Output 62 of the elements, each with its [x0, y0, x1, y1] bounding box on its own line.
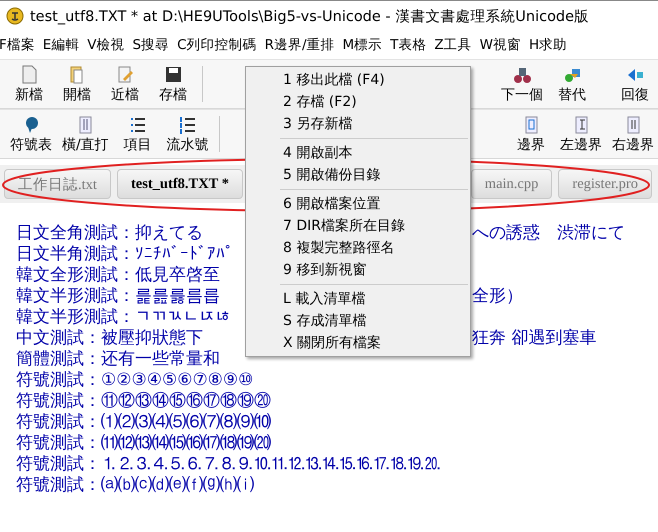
page-pencil-icon — [116, 64, 134, 84]
menu-item[interactable]: 4 開啟副本 — [246, 142, 470, 164]
menu-item[interactable]: L 載入清單檔 — [246, 288, 470, 310]
page-icon — [20, 64, 38, 84]
file-tab[interactable]: main.cpp — [470, 169, 552, 199]
text-line: への誘惑 渋滞にて — [472, 223, 625, 244]
menu-item[interactable]: 2 存檔 (F2) — [246, 91, 470, 113]
menu-item[interactable]: W視窗 — [480, 36, 526, 54]
text-line: 韓文半形測試：릁릂릃름릅 — [16, 286, 220, 307]
toolbar-button[interactable]: 流水號 — [162, 112, 213, 156]
toolbar-button[interactable]: 存檔 — [150, 62, 196, 106]
text-line: 日文半角測試：ｿﾆﾁﾊﾞｰﾄﾞｱﾊﾟ — [16, 244, 234, 265]
menu-item[interactable]: S 存成清單檔 — [246, 310, 470, 332]
text-line: 日文全角測試：抑えてる — [16, 223, 203, 244]
menu-item[interactable]: M標示 — [342, 36, 388, 54]
text-line: 全形） — [472, 286, 523, 307]
text-line: 符號測試：①②③④⑤⑥⑦⑧⑨⑩ — [16, 370, 254, 391]
menu-item[interactable]: 7 DIR檔案所在目錄 — [246, 215, 470, 237]
menu-item[interactable]: 8 複製完整路徑名 — [246, 237, 470, 259]
text-line: 符號測試：⑴⑵⑶⑷⑸⑹⑺⑻⑼⑽ — [16, 412, 271, 433]
menu-item[interactable]: 6 開啟檔案位置 — [246, 193, 470, 215]
menu-item[interactable]: C列印控制碼 — [177, 36, 262, 54]
toolbar-button[interactable]: 下一個 — [497, 62, 547, 106]
text-line: 符號測試：⑪⑫⑬⑭⑮⑯⑰⑱⑲⑳ — [16, 391, 271, 412]
toolbar-button[interactable]: 新檔 — [6, 62, 52, 106]
menu-item[interactable]: 1 移出此檔 (F4) — [246, 69, 470, 91]
text-line: 符號測試：⑾⑿⒀⒁⒂⒃⒄⒅⒆⒇ — [16, 433, 271, 454]
text-line: 韓文半形測試：ﾡﾢﾣﾤﾥﾦ — [16, 307, 231, 328]
text-line: 簡體測試：还有一些常量和 — [16, 349, 220, 370]
window-title: test_utf8.TXT * at D:\HE9UTools\Big5-vs-Unicode - 漢書文書處理系統Unicode版 — [30, 8, 590, 26]
menu-item[interactable]: R邊界/重排 — [264, 36, 340, 54]
toolbar-button[interactable]: 回復 — [612, 62, 658, 106]
file-tab[interactable]: 工作日誌.txt — [4, 169, 111, 199]
toolbar-button[interactable]: 項目 — [114, 112, 161, 156]
toolbar-button[interactable]: 近檔 — [102, 62, 148, 106]
menu-item[interactable]: 3 另存新檔 — [246, 113, 470, 135]
menu-item[interactable]: T表格 — [390, 36, 432, 54]
menu-item[interactable]: V檢視 — [87, 36, 130, 54]
file-tab[interactable]: test_utf8.TXT * — [116, 169, 243, 199]
menu-item[interactable]: E編輯 — [42, 36, 84, 54]
toolbar-button[interactable]: 邊界 — [508, 112, 554, 156]
menu-item[interactable]: X 關閉所有檔案 — [246, 332, 470, 354]
toolbar-button[interactable]: 符號表 — [6, 112, 56, 156]
menu-item[interactable]: Z工具 — [434, 36, 477, 54]
toolbar-button[interactable]: 右邊界 — [608, 112, 658, 156]
text-line: 狂奔 卻遇到塞車 — [472, 328, 596, 349]
toolbar-button[interactable]: 橫/直打 — [58, 112, 113, 156]
numbered-list-icon — [178, 114, 198, 134]
toolbar-button[interactable]: 替代 — [549, 62, 595, 106]
menu-item[interactable]: F檔案 — [0, 36, 40, 54]
text-line: 符號測試：⒜⒝⒞⒟⒠⒡⒢⒣⒤ — [16, 475, 254, 496]
text-line: 中文測試：被壓抑狀態下 — [16, 328, 203, 349]
text-line: 符號測試：⒈⒉⒊⒋⒌⒍⒎⒏⒐⒑⒒⒓⒔⒕⒖⒗⒘⒙⒚⒛ — [16, 454, 441, 475]
menu-item[interactable]: 5 開啟備份目錄 — [246, 164, 470, 186]
menu-item[interactable]: H求助 — [529, 36, 572, 54]
menu-item[interactable]: 9 移到新視窗 — [246, 259, 470, 281]
text-line: 韓文全形測試：低見卒啓至 — [16, 265, 220, 286]
file-tab[interactable]: register.pro — [558, 169, 652, 199]
menu-item[interactable]: S搜尋 — [132, 36, 174, 54]
app-logo-icon — [6, 7, 24, 25]
toolbar-button[interactable]: 開檔 — [54, 62, 100, 106]
toolbar-button[interactable]: 左邊界 — [556, 112, 606, 156]
